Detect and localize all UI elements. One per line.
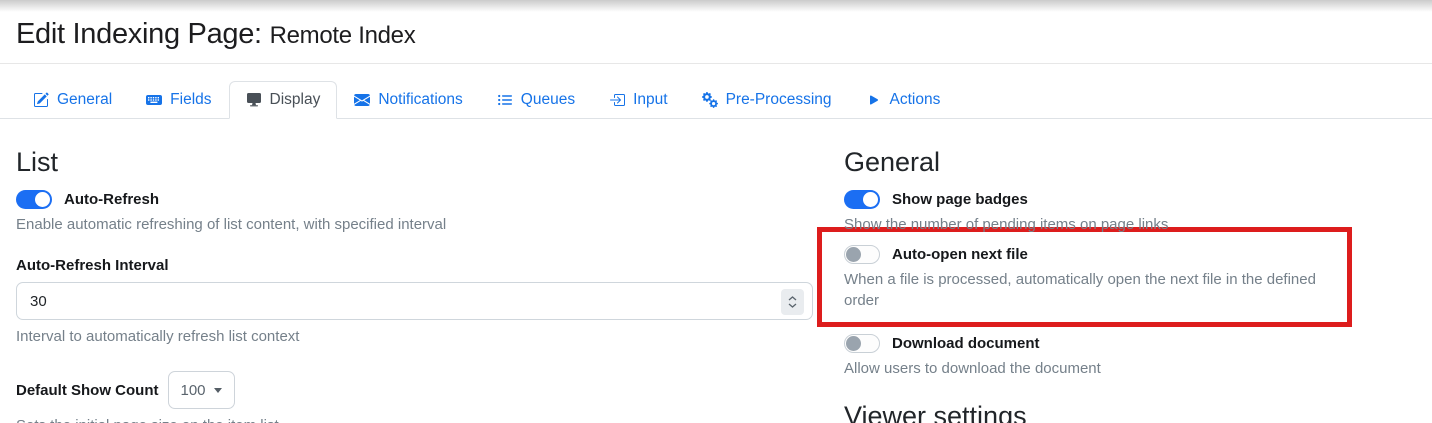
auto-refresh-label: Auto-Refresh: [64, 191, 159, 208]
display-icon: [246, 92, 262, 108]
tab-queues[interactable]: Queues: [480, 81, 592, 119]
tab-label: Fields: [170, 91, 211, 109]
box-arrow-in-right-icon: [609, 92, 625, 108]
toggle-knob: [846, 336, 861, 351]
list-section-heading: List: [16, 147, 813, 178]
keyboard-icon: [146, 92, 162, 108]
chevron-down-icon: [788, 303, 797, 308]
tab-label: Pre-Processing: [726, 91, 832, 109]
tab-label: Input: [633, 91, 667, 109]
top-shadow-gradient: [0, 0, 1432, 12]
download-document-toggle[interactable]: [844, 334, 880, 353]
tab-label: Actions: [890, 91, 941, 109]
tab-label: Queues: [521, 91, 575, 109]
default-show-count-help: Sets the initial page size on the item l…: [16, 415, 813, 423]
general-section-heading: General: [844, 147, 1352, 178]
auto-open-next-file-group: Auto-open next file When a file is proce…: [844, 245, 1337, 311]
tab-display[interactable]: Display: [229, 81, 338, 119]
auto-refresh-interval-help: Interval to automatically refresh list c…: [16, 326, 813, 347]
toggle-knob: [846, 247, 861, 262]
download-document-group: Download document Allow users to downloa…: [844, 334, 1352, 379]
auto-open-next-file-help: When a file is processed, automatically …: [844, 269, 1337, 311]
highlight-annotation-box: Auto-open next file When a file is proce…: [817, 227, 1352, 327]
tab-notifications[interactable]: Notifications: [337, 81, 479, 119]
play-icon: [866, 92, 882, 108]
auto-refresh-interval-input[interactable]: [17, 283, 812, 319]
chevron-up-icon: [788, 296, 797, 301]
download-document-label: Download document: [892, 335, 1040, 352]
show-page-badges-toggle[interactable]: [844, 190, 880, 209]
gears-icon: [702, 92, 718, 108]
tab-fields[interactable]: Fields: [129, 81, 228, 119]
tab-actions[interactable]: Actions: [849, 81, 958, 119]
tab-label: Display: [270, 91, 321, 109]
page-title-subtitle: Remote Index: [270, 22, 416, 49]
tab-pre-processing[interactable]: Pre-Processing: [685, 81, 849, 119]
tab-label: Notifications: [378, 91, 462, 109]
tab-label: General: [57, 91, 112, 109]
show-page-badges-label: Show page badges: [892, 191, 1028, 208]
tab-general[interactable]: General: [16, 81, 129, 119]
pencil-square-icon: [33, 92, 49, 108]
envelope-icon: [354, 92, 370, 108]
auto-refresh-interval-field: [16, 282, 813, 320]
default-show-count-dropdown[interactable]: 100: [168, 371, 235, 409]
toggle-knob: [863, 192, 878, 207]
default-show-count-label: Default Show Count: [16, 382, 159, 399]
download-document-help: Allow users to download the document: [844, 358, 1352, 379]
toggle-knob: [35, 192, 50, 207]
caret-down-icon: [214, 388, 222, 393]
header-divider: [0, 63, 1432, 64]
general-settings-column: General Show page badges Show the number…: [844, 147, 1352, 423]
viewer-section-heading: Viewer settings: [844, 401, 1352, 423]
list-icon: [497, 92, 513, 108]
auto-refresh-group: Auto-Refresh Enable automatic refreshing…: [16, 190, 813, 235]
auto-refresh-toggle[interactable]: [16, 190, 52, 209]
tab-input[interactable]: Input: [592, 81, 684, 119]
number-spinner[interactable]: [781, 289, 804, 315]
auto-open-next-file-toggle[interactable]: [844, 245, 880, 264]
auto-open-next-file-label: Auto-open next file: [892, 246, 1028, 263]
page-title: Edit Indexing Page: Remote Index: [16, 18, 1416, 51]
auto-refresh-help: Enable automatic refreshing of list cont…: [16, 214, 813, 235]
default-show-count-value: 100: [181, 382, 206, 399]
tab-bar: General Fields Display Notifications Que…: [0, 81, 1432, 119]
auto-refresh-interval-label: Auto-Refresh Interval: [16, 257, 813, 274]
page-title-main: Edit Indexing Page:: [16, 18, 262, 50]
list-settings-column: List Auto-Refresh Enable automatic refre…: [16, 147, 813, 423]
